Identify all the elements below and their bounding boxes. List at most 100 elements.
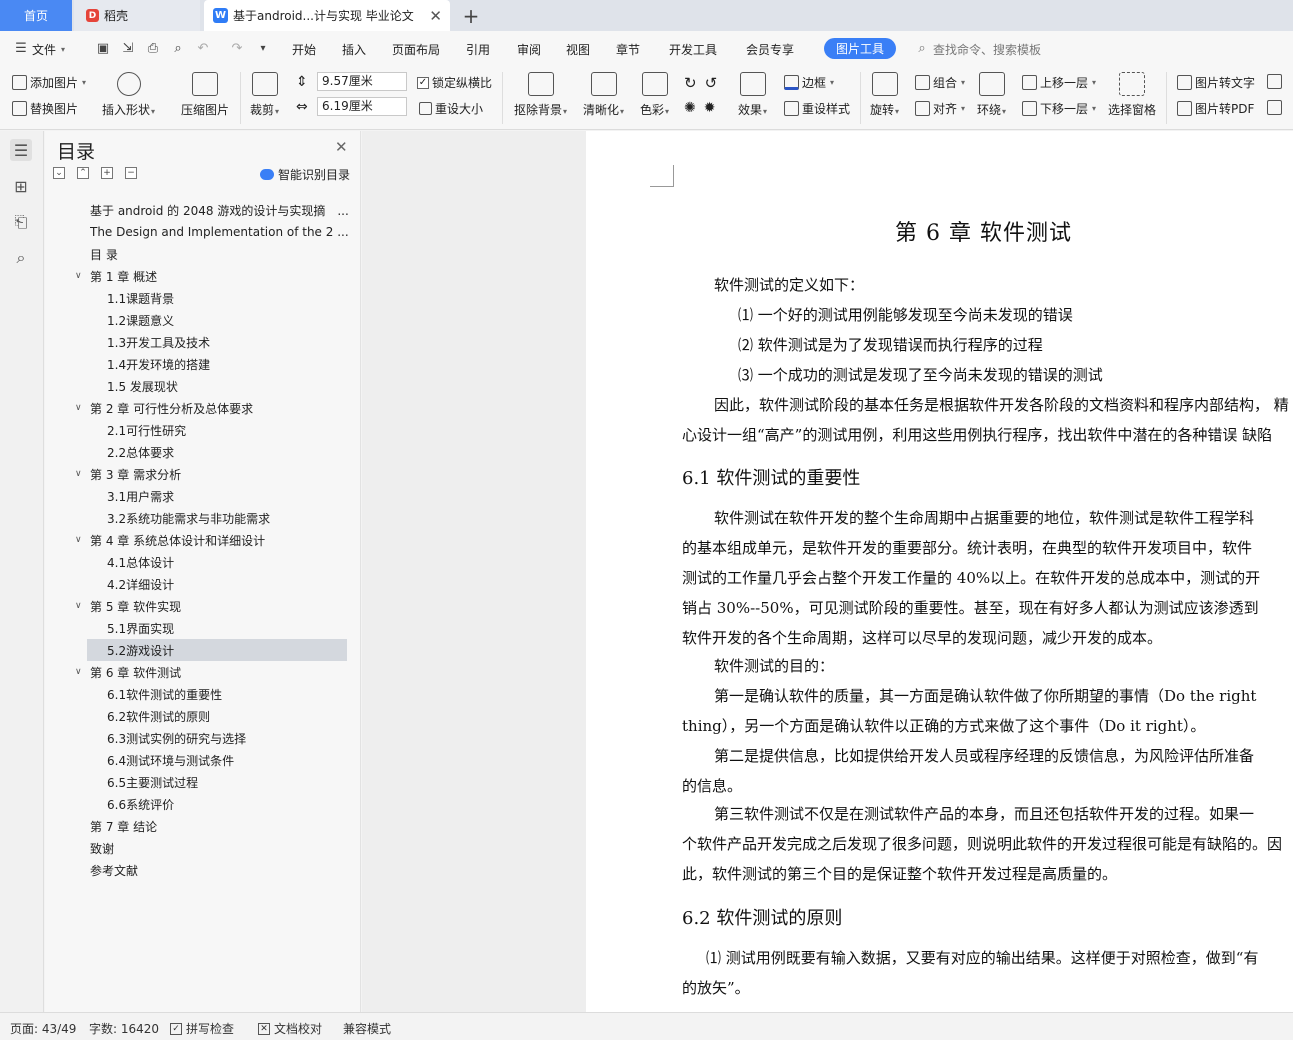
compress-image-button[interactable]: 压缩图片 [181, 72, 229, 118]
command-search[interactable]: ⌕ 查找命令、搜索模板 [915, 39, 1041, 59]
document-page[interactable]: 第 6 章 软件测试 软件测试的定义如下： ⑴ 一个好的测试用例能够发现至今尚未发… [586, 131, 1293, 1012]
menu-start[interactable]: 开始 [292, 39, 316, 59]
reset-size-button[interactable]: 重设大小 [419, 100, 483, 117]
toc-item[interactable]: 6.2软件测试的原则 [107, 705, 347, 727]
toc-item[interactable]: 5.2游戏设计 [87, 639, 347, 661]
menu-member[interactable]: 会员专享 [746, 39, 794, 59]
toc-item[interactable]: 6.6系统评价 [107, 793, 347, 815]
undo-icon[interactable]: ↶ [196, 39, 210, 59]
tab-home[interactable]: 首页 [0, 0, 72, 31]
toc-item[interactable]: 6.5主要测试过程 [107, 771, 347, 793]
bookmark-icon[interactable]: ⎗ [10, 211, 32, 233]
toc-item[interactable]: 2.2总体要求 [107, 441, 347, 463]
toc-item[interactable]: ∨ 第 1 章 概述 [75, 265, 335, 287]
word-count[interactable]: 字数: 16420 [89, 1020, 159, 1037]
expand-caret-icon[interactable]: ∨ [75, 601, 87, 611]
toc-item[interactable]: 6.1软件测试的重要性 [107, 683, 347, 705]
toc-item[interactable]: 6.3测试实例的研究与选择 [107, 727, 347, 749]
toc-item[interactable]: 目 录 [90, 243, 348, 265]
collapse-level-icon[interactable]: ⌃ [77, 167, 89, 179]
toc-item[interactable]: 1.2课题意义 [107, 309, 347, 331]
rotate-left-icon[interactable]: ↻ [684, 74, 697, 92]
toc-item[interactable]: 基于 android 的 2048 游戏的设计与实现摘 ... [90, 199, 348, 221]
color-button[interactable]: 色彩▾ [640, 72, 669, 118]
output-icon[interactable]: ⇲ [121, 39, 135, 59]
expand-caret-icon[interactable]: ∨ [75, 271, 87, 281]
toc-item[interactable]: ∨ 第 4 章 系统总体设计和详细设计 [75, 529, 335, 551]
file-menu[interactable]: ☰ 文件 ▾ [14, 39, 65, 59]
insert-shape-button[interactable]: 插入形状▾ [102, 72, 155, 118]
toc-item[interactable]: 2.1可行性研究 [107, 419, 347, 441]
lock-ratio-checkbox[interactable]: ✓ 锁定纵横比 [417, 74, 492, 91]
sharpen-button[interactable]: 清晰化▾ [583, 72, 624, 118]
align-button[interactable]: 对齐 ▾ [915, 100, 965, 117]
menu-picture-tools[interactable]: 图片工具 [824, 38, 897, 59]
wrap-button[interactable]: 环绕▾ [977, 72, 1006, 118]
toc-nav-icon[interactable]: ☰ [10, 139, 32, 161]
expand-caret-icon[interactable]: ∨ [75, 535, 87, 545]
batch-icon[interactable] [1267, 74, 1282, 89]
image-to-text-button[interactable]: 图片转文字 [1177, 74, 1255, 91]
brightness-up-icon[interactable]: ✺ [684, 100, 696, 116]
expand-caret-icon[interactable]: ∨ [75, 667, 87, 677]
toc-item[interactable]: 1.5 发展现状 [107, 375, 347, 397]
rotate-icons[interactable]: ↻ ↺ [684, 74, 717, 92]
page-count[interactable]: 页面: 43/49 [10, 1020, 76, 1037]
rotate-right-icon[interactable]: ↺ [705, 74, 718, 92]
border-button[interactable]: 边框 ▾ [784, 74, 834, 91]
expand-caret-icon[interactable]: ∨ [75, 469, 87, 479]
toc-item[interactable]: ∨ 第 6 章 软件测试 [75, 661, 335, 683]
toc-item[interactable]: 6.4测试环境与测试条件 [107, 749, 347, 771]
select-pane-button[interactable]: 选择窗格 [1108, 72, 1156, 118]
menu-chapter[interactable]: 章节 [616, 39, 640, 59]
menu-insert[interactable]: 插入 [342, 39, 366, 59]
toc-item[interactable]: 3.2系统功能需求与非功能需求 [107, 507, 347, 529]
effect-button[interactable]: 效果▾ [738, 72, 767, 118]
add-image-button[interactable]: 添加图片 ▾ [12, 74, 86, 91]
reset-style-button[interactable]: 重设样式 [784, 100, 850, 117]
outline-nav-icon[interactable]: ⊞ [10, 175, 32, 197]
toc-item[interactable]: 参考文献 [90, 859, 348, 881]
height-input[interactable]: 6.19厘米 [317, 97, 407, 116]
rotate-button[interactable]: 旋转▾ [870, 72, 899, 118]
bring-forward-button[interactable]: 上移一层 ▾ [1022, 74, 1096, 91]
more-tools-icon[interactable] [1267, 100, 1282, 115]
replace-image-button[interactable]: 替换图片 [12, 100, 78, 117]
save-icon[interactable]: ▣ [96, 39, 110, 59]
toc-item[interactable]: 4.2详细设计 [107, 573, 347, 595]
tab-document[interactable]: W 基于android...计与实现 毕业论文 ✕ [204, 0, 450, 31]
expand-all-icon[interactable]: + [101, 167, 113, 179]
close-icon[interactable]: ✕ [335, 138, 348, 156]
proofread-button[interactable]: ✕ 文档校对 [258, 1020, 322, 1037]
toc-item[interactable]: 1.4开发环境的搭建 [107, 353, 347, 375]
smart-toc-button[interactable]: 智能识别目录 [260, 166, 350, 183]
new-tab-icon[interactable]: + [458, 0, 484, 31]
preview-icon[interactable]: ⌕ [171, 39, 185, 59]
image-to-pdf-button[interactable]: 图片转PDF [1177, 100, 1254, 117]
width-input[interactable]: 9.57厘米 [317, 72, 407, 91]
search-icon[interactable]: ⌕ [10, 247, 32, 269]
expand-level-icon[interactable]: ⌄ [53, 167, 65, 179]
group-button[interactable]: 组合 ▾ [915, 74, 965, 91]
close-tab-icon[interactable]: ✕ [429, 7, 442, 25]
toc-item[interactable]: 第 7 章 结论 [90, 815, 348, 837]
brightness-icons[interactable]: ✺ ✹ [684, 100, 715, 116]
spell-check-button[interactable]: ✓ 拼写检查 [170, 1020, 234, 1037]
tab-daoke[interactable]: D 稻壳 [74, 0, 200, 31]
print-icon[interactable]: ⎙ [146, 39, 160, 59]
menu-developer[interactable]: 开发工具 [669, 39, 717, 59]
toc-item[interactable]: The Design and Implementation of the 2 .… [90, 221, 348, 243]
toc-item[interactable]: 3.1用户需求 [107, 485, 347, 507]
toc-item[interactable]: 4.1总体设计 [107, 551, 347, 573]
crop-button[interactable]: 裁剪▾ [250, 72, 279, 118]
collapse-all-icon[interactable]: − [125, 167, 137, 179]
toc-item[interactable]: 致谢 [90, 837, 348, 859]
send-backward-button[interactable]: 下移一层 ▾ [1022, 100, 1096, 117]
toc-item[interactable]: 1.1课题背景 [107, 287, 347, 309]
toc-item[interactable]: ∨ 第 3 章 需求分析 [75, 463, 335, 485]
toc-item[interactable]: 5.1界面实现 [107, 617, 347, 639]
menu-view[interactable]: 视图 [566, 39, 590, 59]
menu-reference[interactable]: 引用 [466, 39, 490, 59]
toc-item[interactable]: ∨ 第 5 章 软件实现 [75, 595, 335, 617]
expand-caret-icon[interactable]: ∨ [75, 403, 87, 413]
